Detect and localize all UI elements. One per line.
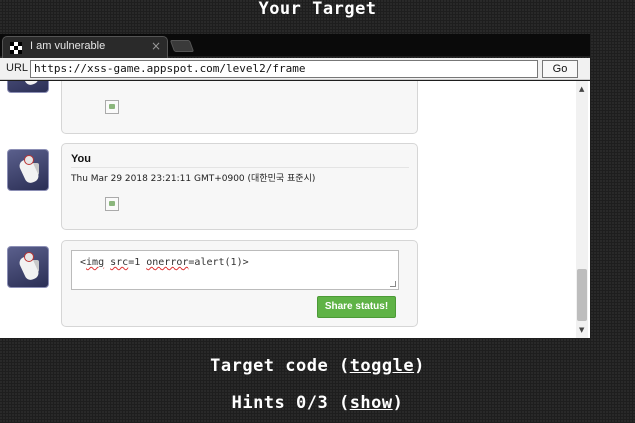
scroll-thumb[interactable] — [577, 269, 587, 321]
hints-suffix: ) — [392, 393, 404, 413]
tab-title: I am vulnerable — [30, 40, 106, 52]
close-icon[interactable]: × — [151, 39, 161, 53]
resize-grip-icon[interactable] — [390, 281, 396, 287]
broken-image-icon — [105, 197, 119, 211]
embedded-browser-frame: I am vulnerable × URL https://xss-game.a… — [0, 34, 590, 338]
hints-label: Hints 0/3 ( — [231, 393, 350, 413]
tab-i-am-vulnerable[interactable]: I am vulnerable × — [2, 36, 168, 58]
scroll-down-arrow-icon[interactable]: ▼ — [579, 326, 584, 334]
tab-strip: I am vulnerable × — [0, 34, 590, 58]
share-status-button[interactable]: Share status! — [317, 296, 396, 318]
toggle-link[interactable]: toggle — [350, 356, 414, 376]
checker-favicon-icon — [10, 42, 22, 54]
post-author: You — [71, 153, 91, 165]
url-input[interactable]: https://xss-game.appspot.com/level2/fram… — [30, 60, 538, 78]
scrollbar[interactable]: ▲ ▼ — [576, 81, 588, 338]
go-button[interactable]: Go — [542, 60, 578, 78]
url-bar: URL https://xss-game.appspot.com/level2/… — [0, 58, 590, 80]
page-viewport: You Thu Mar 29 2018 23:21:11 GMT+0900 (대… — [0, 81, 590, 338]
avatar — [7, 246, 49, 288]
post-card: You Thu Mar 29 2018 23:21:11 GMT+0900 (대… — [61, 143, 418, 230]
divider — [71, 167, 409, 168]
hints-line: Hints 0/3 (show) — [0, 393, 635, 413]
target-code-line: Target code (toggle) — [0, 356, 635, 376]
avatar — [7, 149, 49, 191]
target-code-suffix: ) — [414, 356, 425, 376]
avatar — [7, 81, 49, 93]
show-hints-link[interactable]: show — [350, 393, 393, 413]
status-textarea[interactable]: <img src=1 onerror=alert(1)> — [71, 250, 399, 290]
target-code-label: Target code ( — [210, 356, 350, 376]
compose-text-part: img — [86, 257, 105, 268]
page-heading: Your Target — [258, 0, 377, 19]
url-label: URL — [6, 62, 29, 74]
compose-text-part: src — [110, 257, 129, 268]
broken-image-icon — [105, 100, 119, 114]
compose-card: <img src=1 onerror=alert(1)> Share statu… — [61, 240, 418, 327]
compose-text-part: =alert(1)> — [188, 257, 249, 268]
new-tab-button[interactable] — [169, 40, 195, 52]
compose-text-part: =1 — [128, 257, 147, 268]
compose-text-part: onerror — [146, 257, 189, 268]
post-card — [61, 81, 418, 134]
scroll-up-arrow-icon[interactable]: ▲ — [579, 85, 584, 93]
post-date: Thu Mar 29 2018 23:21:11 GMT+0900 (대한민국 … — [71, 174, 316, 184]
